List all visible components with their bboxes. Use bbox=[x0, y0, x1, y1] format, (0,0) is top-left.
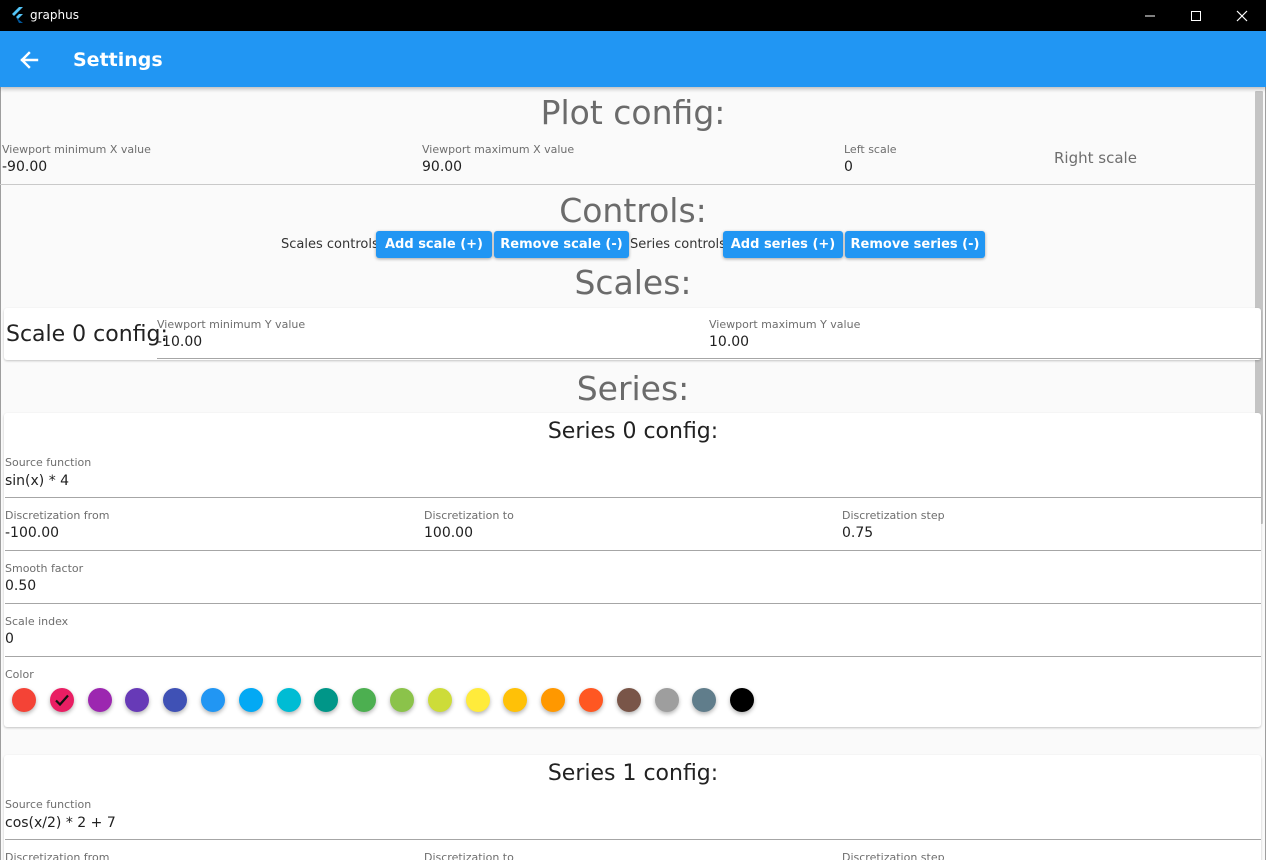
series-0-title: Series 0 config: bbox=[547, 419, 719, 444]
source-function-underline bbox=[5, 839, 1261, 840]
color-swatch[interactable] bbox=[163, 688, 188, 712]
color-swatch[interactable] bbox=[465, 688, 490, 712]
color-swatch[interactable] bbox=[87, 688, 112, 712]
color-swatch[interactable] bbox=[12, 688, 36, 712]
smooth-factor-label: Smooth factor bbox=[5, 562, 84, 575]
minimize-icon bbox=[1145, 15, 1155, 17]
color-swatch[interactable] bbox=[654, 688, 679, 712]
series-controls-label: Series controls: bbox=[630, 237, 731, 252]
source-function-label: Source function bbox=[5, 798, 92, 811]
discretization-from-input[interactable]: -100.00 bbox=[5, 525, 59, 541]
scale-index-input[interactable]: 0 bbox=[5, 631, 14, 647]
left-scale-value[interactable]: 0 bbox=[844, 159, 853, 175]
smooth-factor-underline bbox=[5, 603, 1261, 604]
page-title: Settings bbox=[73, 49, 163, 71]
viewport-min-y-input[interactable]: -10.00 bbox=[157, 334, 202, 350]
color-swatch[interactable] bbox=[579, 688, 603, 712]
series-0-card bbox=[4, 413, 1261, 727]
back-button[interactable] bbox=[14, 45, 44, 75]
color-swatch[interactable] bbox=[201, 688, 225, 712]
color-swatch[interactable] bbox=[427, 688, 452, 712]
close-button[interactable] bbox=[1219, 0, 1265, 31]
smooth-factor-input[interactable]: 0.50 bbox=[5, 578, 36, 594]
maximize-button[interactable] bbox=[1173, 0, 1219, 31]
plot-config-heading: Plot config: bbox=[540, 93, 726, 132]
color-swatch[interactable] bbox=[730, 688, 755, 712]
close-icon bbox=[1236, 10, 1248, 22]
scales-controls-label: Scales controls: bbox=[281, 237, 384, 252]
flutter-logo-icon bbox=[10, 7, 24, 23]
settings-content: Plot config: Viewport minimum X value -9… bbox=[0, 87, 1266, 860]
source-function-underline bbox=[5, 497, 1261, 498]
viewport-max-y-label: Viewport maximum Y value bbox=[709, 318, 861, 331]
discretization-from-label: Discretization from bbox=[5, 509, 110, 522]
series-heading: Series: bbox=[576, 369, 690, 408]
controls-heading: Controls: bbox=[559, 191, 707, 230]
viewport-max-y-input[interactable]: 10.00 bbox=[709, 334, 749, 350]
color-swatch[interactable] bbox=[352, 688, 377, 712]
viewport-max-x-label: Viewport maximum X value bbox=[422, 143, 575, 156]
scales-heading: Scales: bbox=[574, 263, 692, 302]
remove-series-button[interactable]: Remove series (-) bbox=[845, 231, 985, 258]
minimize-button[interactable] bbox=[1127, 0, 1173, 31]
discretization-from-label: Discretization from bbox=[5, 851, 110, 860]
color-swatch[interactable] bbox=[616, 688, 641, 712]
add-series-button[interactable]: Add series (+) bbox=[723, 231, 843, 258]
source-function-label: Source function bbox=[5, 456, 92, 469]
color-swatch[interactable] bbox=[276, 688, 301, 712]
discretization-step-input[interactable]: 0.75 bbox=[842, 525, 873, 541]
arrow-back-icon bbox=[20, 51, 39, 69]
discretization-to-label: Discretization to bbox=[424, 851, 514, 860]
scale-0-fields-underline bbox=[157, 358, 1261, 359]
viewport-min-x-label: Viewport minimum X value bbox=[2, 143, 151, 156]
discretization-step-label: Discretization step bbox=[842, 509, 945, 522]
add-scale-button[interactable]: Add scale (+) bbox=[376, 231, 492, 258]
color-label: Color bbox=[5, 668, 34, 681]
app-bar: Settings bbox=[0, 31, 1266, 87]
color-swatch[interactable] bbox=[238, 688, 263, 712]
viewport-min-y-label: Viewport minimum Y value bbox=[157, 318, 306, 331]
color-swatch[interactable] bbox=[390, 688, 414, 712]
series-1-title: Series 1 config: bbox=[547, 761, 719, 786]
discretization-to-label: Discretization to bbox=[424, 509, 514, 522]
remove-scale-button[interactable]: Remove scale (-) bbox=[494, 231, 629, 258]
discretization-step-label: Discretization step bbox=[842, 851, 945, 860]
source-function-input[interactable]: sin(x) * 4 bbox=[5, 473, 69, 489]
plot-config-divider bbox=[0, 184, 1255, 185]
source-function-input[interactable]: cos(x/2) * 2 + 7 bbox=[5, 815, 116, 831]
left-scale-label: Left scale bbox=[844, 143, 897, 156]
viewport-min-x-input[interactable]: -90.00 bbox=[2, 159, 47, 175]
window-title: graphus bbox=[30, 8, 79, 22]
scale-index-underline bbox=[5, 656, 1261, 657]
discretization-underline bbox=[5, 550, 1261, 551]
right-scale-dropdown[interactable]: Right scale bbox=[1054, 149, 1137, 167]
maximize-icon bbox=[1191, 11, 1201, 21]
color-swatch[interactable] bbox=[49, 688, 74, 712]
discretization-to-input[interactable]: 100.00 bbox=[424, 525, 473, 541]
scale-index-label: Scale index bbox=[5, 615, 69, 628]
scale-0-title: Scale 0 config: bbox=[6, 322, 168, 347]
viewport-max-x-input[interactable]: 90.00 bbox=[422, 159, 462, 175]
color-swatch[interactable] bbox=[541, 688, 566, 712]
check-icon bbox=[55, 694, 69, 707]
window-titlebar: graphus bbox=[0, 0, 1266, 31]
